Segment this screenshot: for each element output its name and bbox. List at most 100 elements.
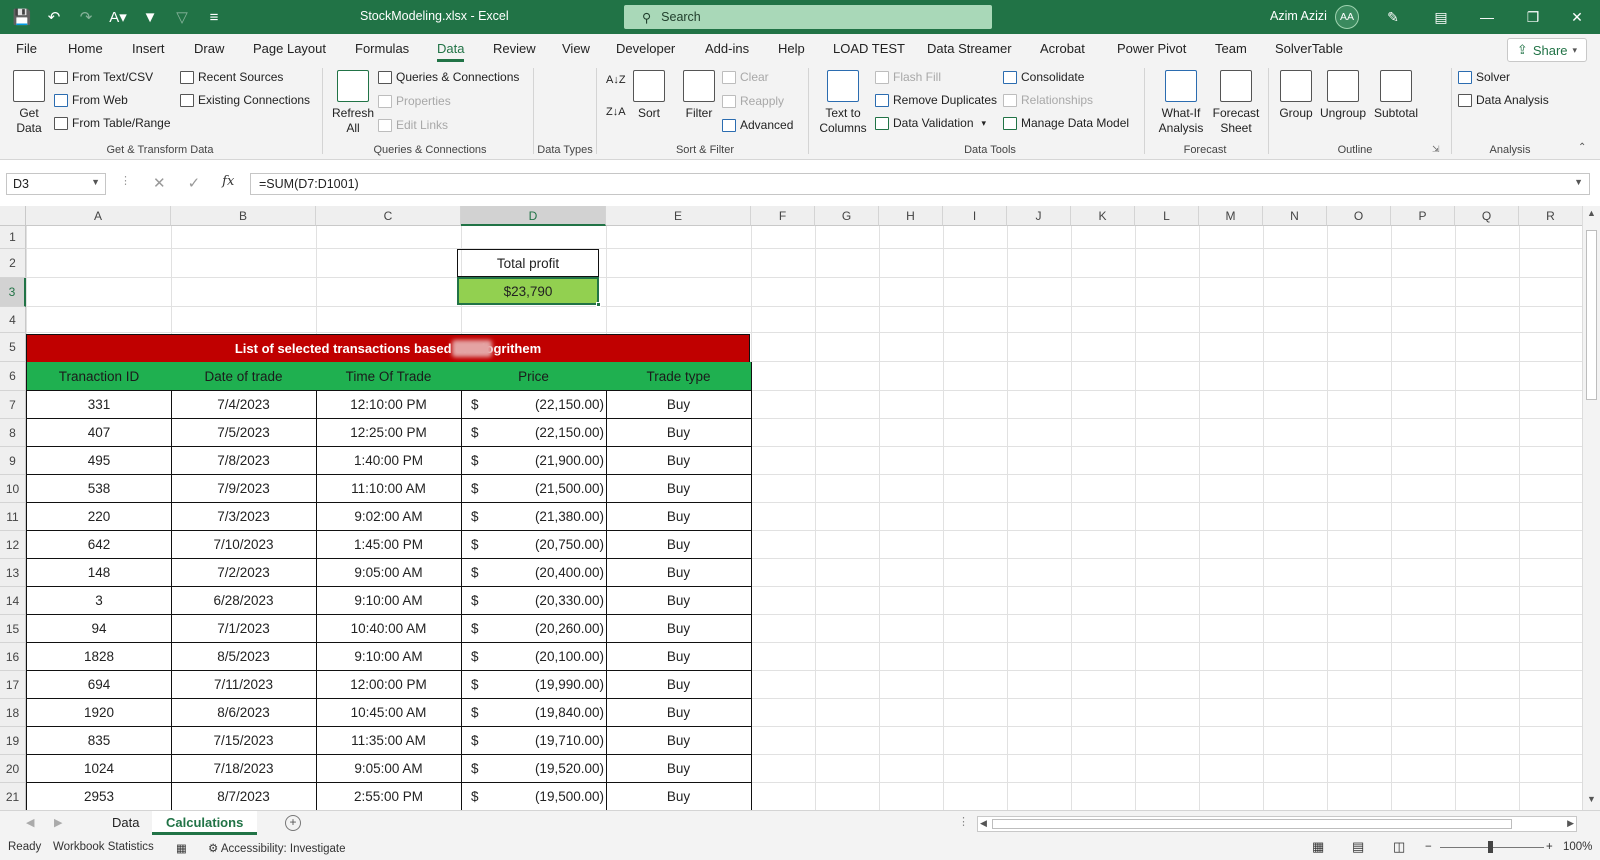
price-cell[interactable]: $ (20,100.00)	[461, 643, 607, 671]
trade-type-cell[interactable]: Buy	[606, 587, 752, 615]
accessibility-status[interactable]: ⚙ Accessibility: Investigate	[208, 841, 346, 855]
data-analysis-button[interactable]: Data Analysis	[1458, 93, 1549, 107]
zoom-in-icon[interactable]: +	[1546, 841, 1553, 853]
price-cell[interactable]: $ (20,260.00)	[461, 615, 607, 643]
horizontal-scroll-thumb[interactable]	[992, 819, 1512, 829]
ribbon-display-icon[interactable]: ▤	[1418, 0, 1464, 34]
trade-time-cell[interactable]: 1:40:00 PM	[316, 447, 462, 475]
consolidate-button[interactable]: Consolidate	[1003, 70, 1084, 84]
ungroup-button[interactable]: Ungroup	[1318, 70, 1368, 121]
row-header-1[interactable]: 1	[0, 226, 26, 249]
table-header[interactable]: Time Of Trade	[316, 362, 462, 391]
column-header-h[interactable]: H	[879, 206, 943, 226]
tab-acrobat[interactable]: Acrobat	[1040, 41, 1085, 56]
transaction-id-cell[interactable]: 331	[26, 391, 172, 419]
tab-team[interactable]: Team	[1215, 41, 1247, 56]
table-header[interactable]: Date of trade	[171, 362, 317, 391]
transaction-id-cell[interactable]: 1024	[26, 755, 172, 783]
row-header-2[interactable]: 2	[0, 249, 26, 278]
trade-date-cell[interactable]: 7/15/2023	[171, 727, 317, 755]
row-header-10[interactable]: 10	[0, 475, 26, 503]
existing-connections-button[interactable]: Existing Connections	[180, 93, 310, 107]
price-cell[interactable]: $ (19,840.00)	[461, 699, 607, 727]
trade-type-cell[interactable]: Buy	[606, 475, 752, 503]
total-profit-value[interactable]: $23,790	[457, 277, 599, 305]
trade-time-cell[interactable]: 9:10:00 AM	[316, 643, 462, 671]
trade-type-cell[interactable]: Buy	[606, 783, 752, 810]
price-cell[interactable]: $ (22,150.00)	[461, 419, 607, 447]
avatar[interactable]: AA	[1335, 5, 1359, 29]
sheet-tab-data[interactable]: Data	[98, 811, 153, 835]
tab-home[interactable]: Home	[68, 41, 103, 56]
page-layout-view-icon[interactable]: ▤	[1352, 839, 1364, 855]
trade-date-cell[interactable]: 8/7/2023	[171, 783, 317, 810]
autosave-icon[interactable]: 💾	[8, 4, 36, 30]
transaction-id-cell[interactable]: 407	[26, 419, 172, 447]
sort-descending-button[interactable]: Z↓A	[606, 106, 626, 118]
trade-time-cell[interactable]: 10:45:00 AM	[316, 699, 462, 727]
tab-solvertable[interactable]: SolverTable	[1275, 41, 1343, 56]
row-header-6[interactable]: 6	[0, 362, 26, 391]
reapply-button[interactable]: Reapply	[722, 94, 784, 108]
column-header-d[interactable]: D	[461, 206, 606, 226]
transaction-id-cell[interactable]: 1920	[26, 699, 172, 727]
font-color-icon[interactable]: A▾	[104, 4, 132, 30]
column-header-i[interactable]: I	[943, 206, 1007, 226]
column-header-q[interactable]: Q	[1455, 206, 1519, 226]
trade-date-cell[interactable]: 7/4/2023	[171, 391, 317, 419]
price-cell[interactable]: $ (19,990.00)	[461, 671, 607, 699]
tab-page-layout[interactable]: Page Layout	[253, 41, 326, 56]
tab-view[interactable]: View	[562, 41, 590, 56]
trade-type-cell[interactable]: Buy	[606, 615, 752, 643]
trade-date-cell[interactable]: 7/9/2023	[171, 475, 317, 503]
trade-time-cell[interactable]: 12:10:00 PM	[316, 391, 462, 419]
next-sheet-icon[interactable]: ▶	[54, 816, 62, 829]
get-data-button[interactable]: Get Data	[10, 70, 48, 136]
workbook-statistics[interactable]: Workbook Statistics	[53, 841, 154, 853]
text-to-columns-button[interactable]: Text to Columns	[816, 70, 870, 136]
column-header-f[interactable]: F	[751, 206, 815, 226]
group-button[interactable]: Group	[1276, 70, 1316, 121]
transaction-id-cell[interactable]: 220	[26, 503, 172, 531]
row-header-20[interactable]: 20	[0, 755, 26, 783]
from-text-csv-button[interactable]: From Text/CSV	[54, 70, 153, 84]
row-header-4[interactable]: 4	[0, 307, 26, 333]
column-header-a[interactable]: A	[26, 206, 171, 226]
trade-type-cell[interactable]: Buy	[606, 671, 752, 699]
trade-time-cell[interactable]: 9:02:00 AM	[316, 503, 462, 531]
trade-date-cell[interactable]: 6/28/2023	[171, 587, 317, 615]
trade-date-cell[interactable]: 7/5/2023	[171, 419, 317, 447]
cancel-icon[interactable]: ✕	[153, 174, 166, 192]
column-header-c[interactable]: C	[316, 206, 461, 226]
trade-time-cell[interactable]: 2:55:00 PM	[316, 783, 462, 810]
column-header-e[interactable]: E	[606, 206, 751, 226]
tab-add-ins[interactable]: Add-ins	[705, 41, 749, 56]
row-header-14[interactable]: 14	[0, 587, 26, 615]
remove-duplicates-button[interactable]: Remove Duplicates	[875, 93, 997, 107]
column-header-m[interactable]: M	[1199, 206, 1263, 226]
trade-date-cell[interactable]: 7/8/2023	[171, 447, 317, 475]
formula-input[interactable]: =SUM(D7:D1001) ▼	[250, 173, 1590, 195]
trade-date-cell[interactable]: 7/11/2023	[171, 671, 317, 699]
total-profit-label[interactable]: Total profit	[457, 249, 599, 277]
trade-type-cell[interactable]: Buy	[606, 643, 752, 671]
add-sheet-icon[interactable]: +	[285, 815, 301, 831]
sort-ascending-button[interactable]: A↓Z	[606, 74, 626, 86]
horizontal-scrollbar[interactable]: ◀ ▶	[977, 816, 1577, 832]
table-header[interactable]: Trade type	[606, 362, 752, 391]
column-header-r[interactable]: R	[1519, 206, 1583, 226]
undo-icon[interactable]: ↶	[40, 4, 68, 30]
trade-type-cell[interactable]: Buy	[606, 755, 752, 783]
tab-file[interactable]: File	[16, 41, 37, 56]
column-header-o[interactable]: O	[1327, 206, 1391, 226]
customize-qat-icon[interactable]: ≡	[200, 4, 228, 30]
trade-type-cell[interactable]: Buy	[606, 559, 752, 587]
data-validation-button[interactable]: Data Validation ▾	[875, 116, 986, 130]
what-if-analysis-button[interactable]: What-If Analysis	[1150, 70, 1212, 136]
trade-type-cell[interactable]: Buy	[606, 503, 752, 531]
insert-function-icon[interactable]: fx	[222, 174, 234, 192]
flash-fill-button[interactable]: Flash Fill	[875, 70, 941, 84]
worksheet-grid[interactable]: ABCDEFGHIJKLMNOPQR 1 2 3 4 5 6 7 8 9 10 11 12 13 14 15…	[0, 206, 1600, 810]
close-icon[interactable]: ✕	[1554, 0, 1600, 34]
select-all-corner[interactable]	[0, 206, 26, 226]
